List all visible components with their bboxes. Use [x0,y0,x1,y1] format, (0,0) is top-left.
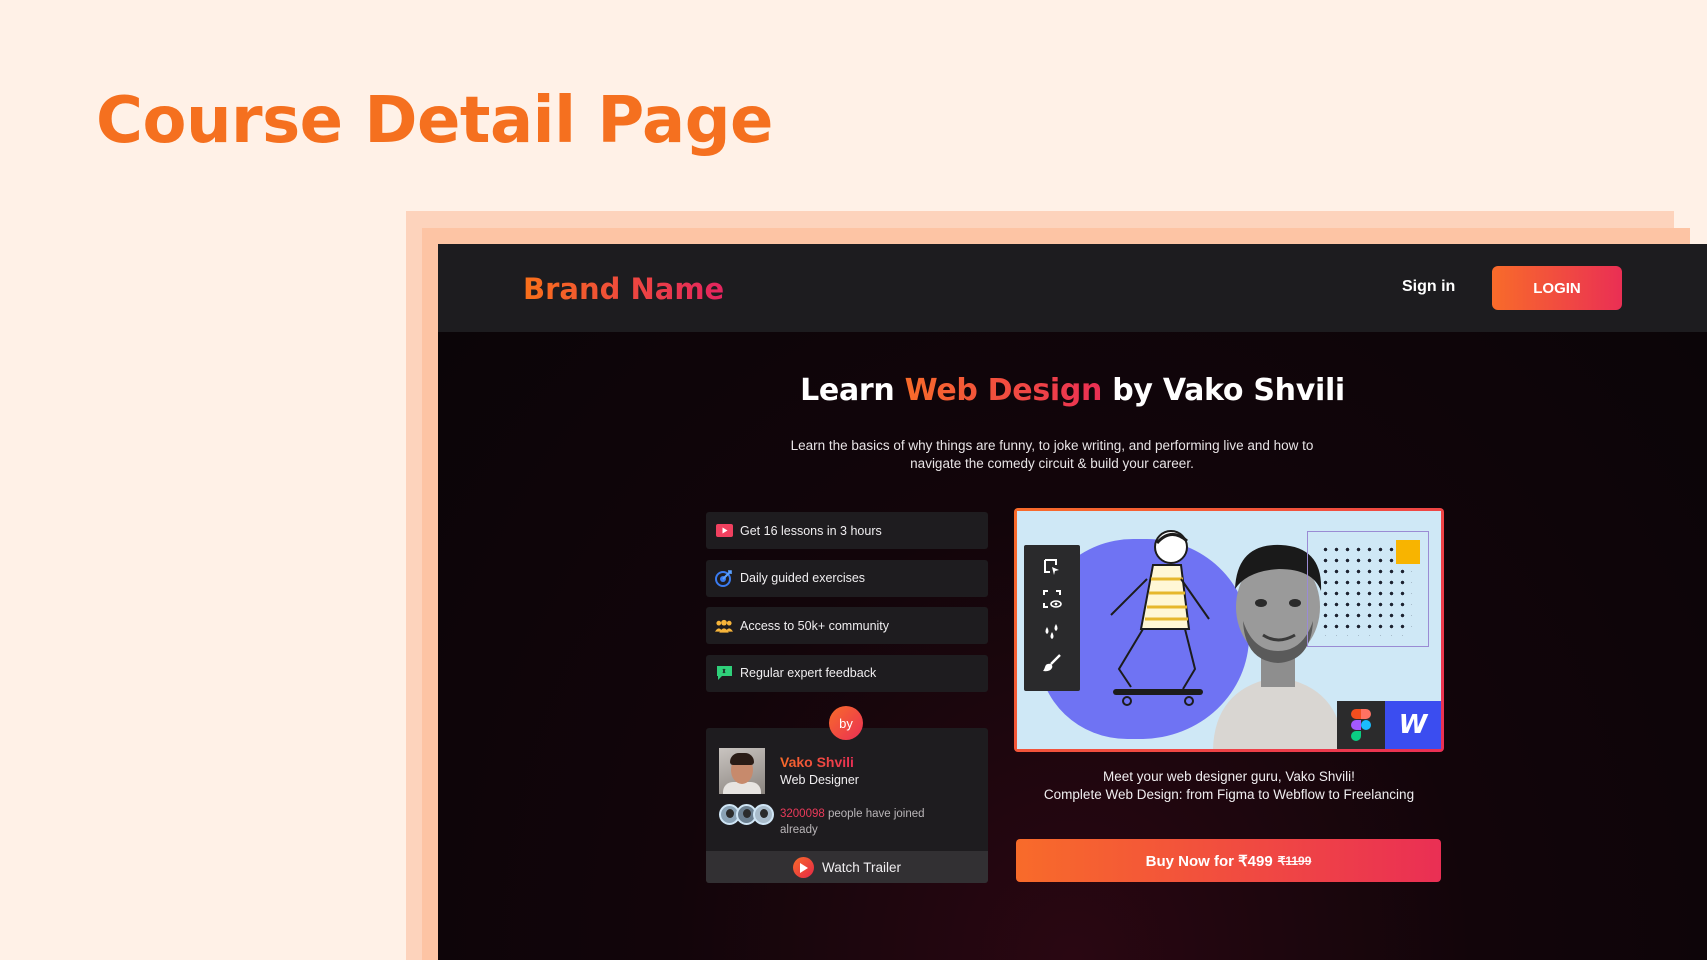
feature-item: Get 16 lessons in 3 hours [706,512,988,549]
brand-logo[interactable]: Brand Name [523,272,724,306]
feedback-icon [715,664,733,682]
feature-label: Daily guided exercises [740,571,866,585]
instructor-card: Vako Shvili Web Designer 3200098 people … [706,728,988,883]
watch-trailer-label: Watch Trailer [821,860,902,875]
webflow-icon: W [1385,701,1441,749]
instructor-avatar [719,748,765,794]
hero-title-suffix: by Vako Shvili [1102,373,1345,408]
dot-grid-frame [1307,531,1429,647]
feature-label: Get 16 lessons in 3 hours [740,523,882,538]
skateboarder-illustration [1110,530,1210,706]
hero-subtitle: Learn the basics of why things are funny… [790,438,1314,471]
page-title: Course Detail Page [96,84,773,158]
brush-icon [1043,654,1061,672]
feature-label: Access to 50k+ community [740,618,890,633]
select-icon [1044,559,1059,575]
design-toolbar [1024,545,1080,691]
feature-list: Get 16 lessons in 3 hours Daily guided e… [706,512,988,702]
buy-now-label: Buy Now for ₹499 [1145,852,1273,870]
feature-item: Regular expert feedback [706,654,988,692]
preview-caption: Meet your web designer guru, Vako Shvili… [1014,768,1444,804]
hero-title: Learn Web Design by Vako Shvili [438,373,1707,408]
signin-link[interactable]: Sign in [1402,278,1455,296]
course-preview-image[interactable]: W [1014,508,1444,752]
hero-title-prefix: Learn [800,373,905,408]
feature-label: Regular expert feedback [740,666,877,680]
original-price: ₹1199 [1277,853,1312,868]
instructor-name[interactable]: Vako Shvili [780,754,854,770]
preview-icon [1043,590,1062,608]
login-button[interactable]: LOGIN [1492,266,1622,310]
caption-line-1: Meet your web designer guru, Vako Shvili… [1103,769,1355,784]
figma-icon [1337,701,1385,749]
joined-avatars [719,804,779,826]
feature-item: Access to 50k+ community [706,607,988,644]
feature-item: Daily guided exercises [706,559,988,597]
drops-icon [1045,624,1058,639]
instructor-role: Web Designer [780,773,859,787]
caption-line-2: Complete Web Design: from Figma to Webfl… [1043,787,1415,802]
by-badge: by [829,706,863,740]
watch-trailer-button[interactable]: Watch Trailer [706,851,988,883]
joined-text: 3200098 people have joined already [780,806,950,838]
community-icon [715,617,733,635]
buy-now-button[interactable]: Buy Now for ₹499 ₹1199 [1016,839,1441,882]
play-circle-icon [792,857,814,878]
hero-title-highlight: Web Design [904,373,1103,408]
play-icon [715,522,733,540]
target-icon [715,569,733,587]
preview-illustration: W [1017,511,1441,749]
navbar: Brand Name Sign in LOGIN [438,244,1707,332]
yellow-square [1396,540,1420,564]
course-page-preview: Brand Name Sign in LOGIN Learn Web Desig… [438,244,1707,960]
joined-count: 3200098 [780,808,825,820]
avatar [753,804,774,825]
